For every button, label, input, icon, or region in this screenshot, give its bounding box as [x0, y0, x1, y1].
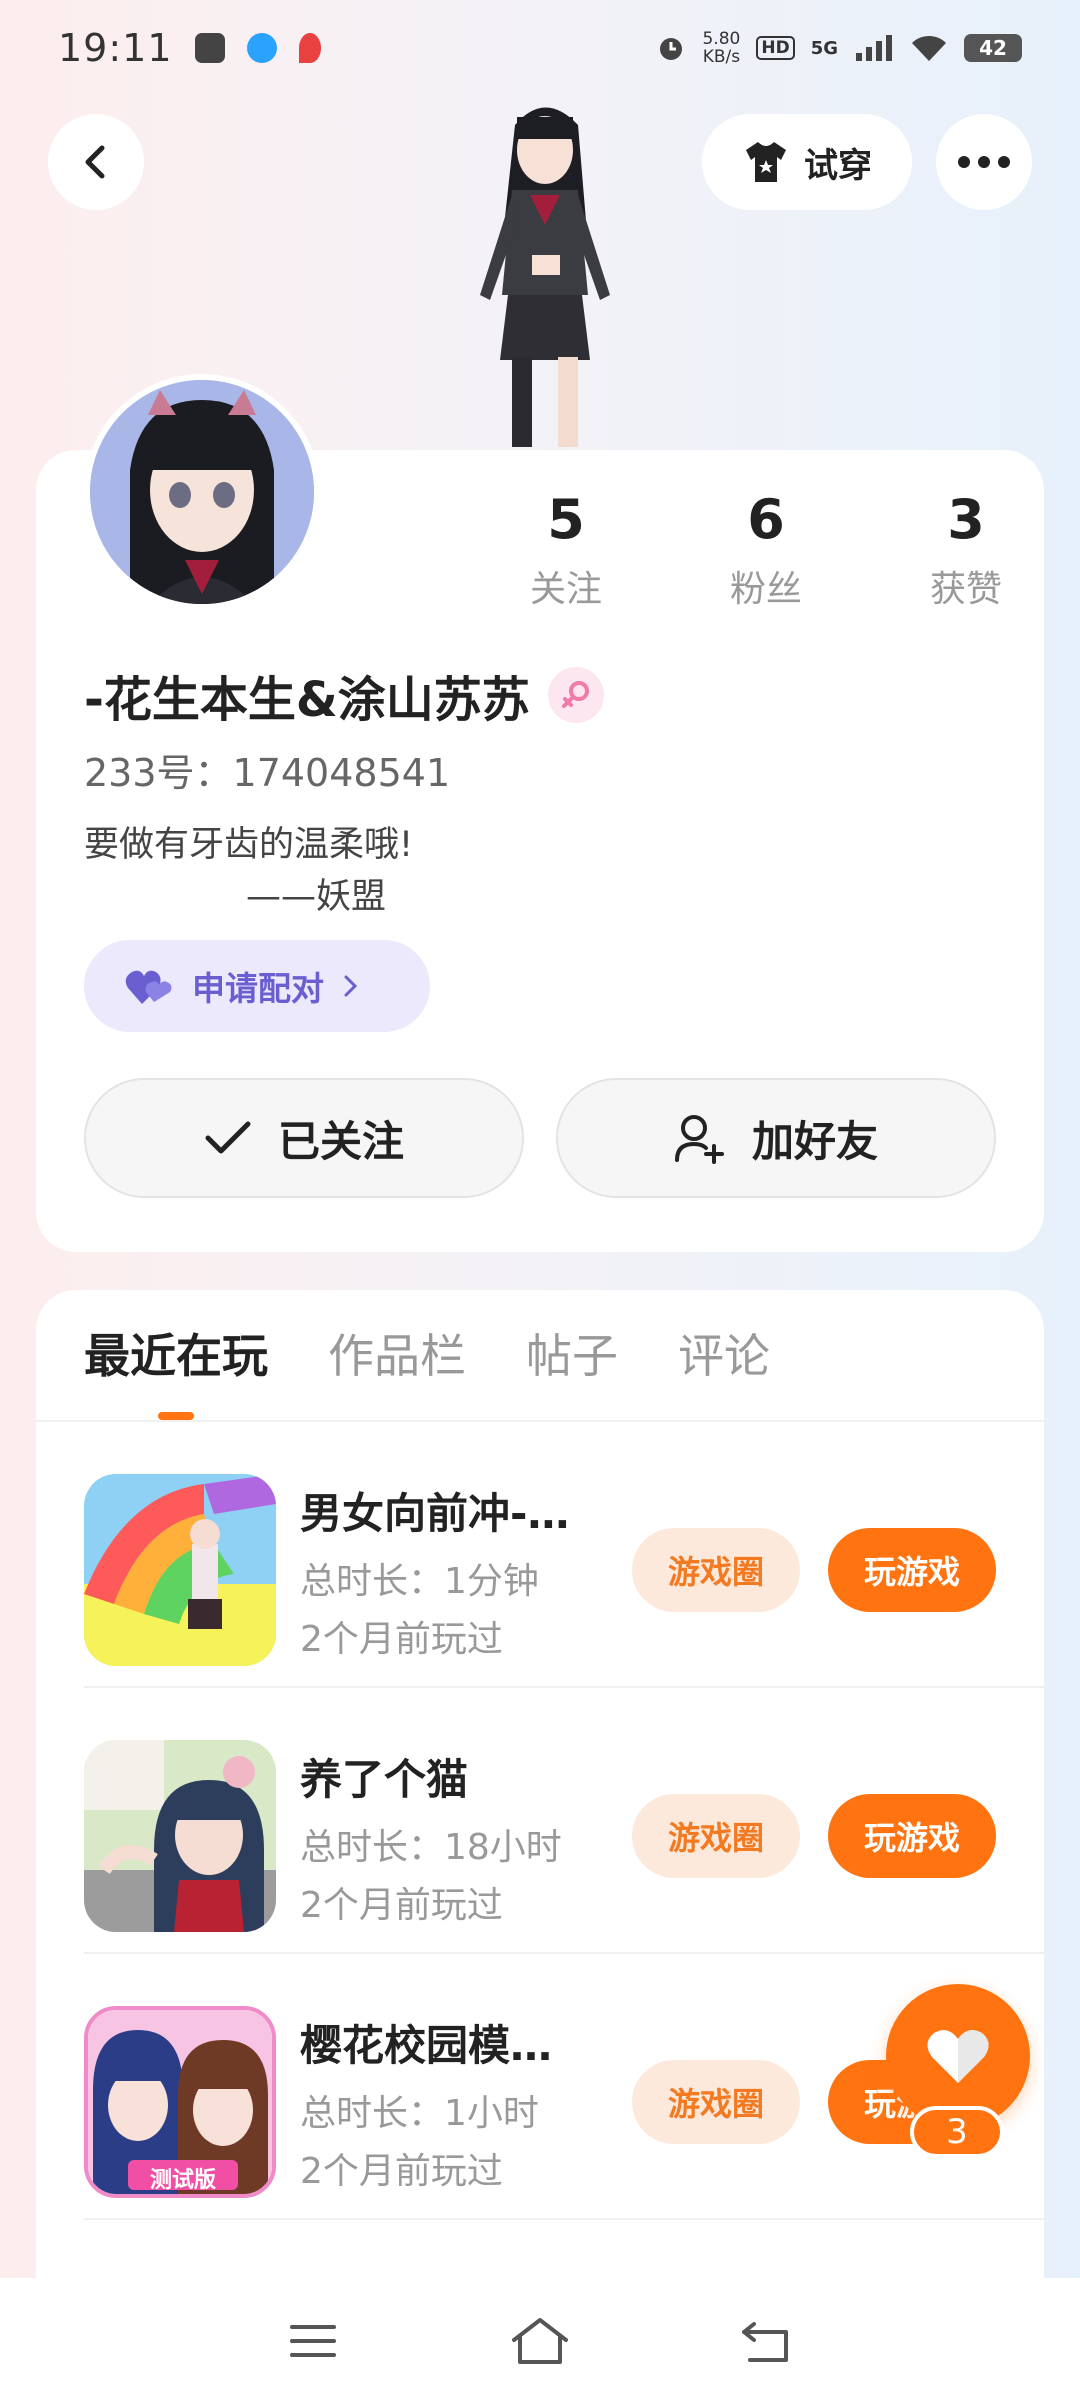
row-divider	[84, 2218, 1044, 2220]
network-speed: 5.80 KB/s	[702, 30, 740, 66]
add-user-icon	[674, 1115, 724, 1164]
speed-unit: KB/s	[702, 47, 741, 67]
game-icon[interactable]	[84, 1740, 276, 1932]
try-on-button[interactable]: 试穿	[702, 114, 912, 210]
heart-icon	[927, 2030, 989, 2083]
recent-apps-button[interactable]	[273, 2301, 353, 2381]
game-last-played: 2个月前玩过	[300, 1619, 503, 1660]
game-icon[interactable]: 测试版	[84, 2006, 276, 2198]
game-icon-badge: 测试版	[149, 2168, 216, 2193]
tab-recently-played[interactable]: 最近在玩	[84, 1320, 268, 1420]
signal-icon	[856, 35, 892, 61]
tab-posts[interactable]: 帖子	[526, 1320, 618, 1386]
user-id: 233号：174048541	[84, 751, 451, 795]
tab-works[interactable]: 作品栏	[328, 1320, 466, 1386]
stat-likes[interactable]: 3 获赞	[866, 480, 1066, 612]
stat-label: 获赞	[929, 569, 1002, 610]
profile-stats: 5 关注 6 粉丝 3 获赞	[466, 480, 1066, 612]
stat-followers[interactable]: 6 粉丝	[666, 480, 866, 612]
tab-active-indicator	[158, 1412, 194, 1420]
back-nav-button[interactable]	[727, 2301, 807, 2381]
tab-label: 作品栏	[328, 1329, 466, 1383]
more-dots-icon	[958, 156, 1010, 168]
speed-value: 5.80	[702, 29, 741, 49]
stat-value: 6	[747, 488, 785, 551]
stat-following[interactable]: 5 关注	[466, 480, 666, 612]
stat-label: 关注	[529, 569, 602, 610]
home-icon	[511, 2318, 568, 2364]
alarm-icon	[660, 38, 683, 60]
tab-comments[interactable]: 评论	[678, 1320, 770, 1386]
stat-value: 3	[947, 488, 985, 551]
more-options-button[interactable]	[936, 114, 1032, 210]
game-duration: 总时长：18小时	[300, 1827, 562, 1868]
game-circle-button[interactable]: 游戏圈	[632, 1528, 800, 1612]
avatar[interactable]	[84, 374, 320, 610]
followed-label: 已关注	[277, 1116, 404, 1166]
game-last-played: 2个月前玩过	[300, 1885, 503, 1926]
game-name: 养了个猫	[300, 1755, 469, 1804]
chevron-right-icon	[344, 975, 358, 997]
network-type: 5G	[810, 37, 838, 59]
bio-signature: ——妖盟	[246, 877, 387, 917]
game-circle-button[interactable]: 游戏圈	[632, 2060, 800, 2144]
play-game-button[interactable]: 玩游戏	[828, 1794, 996, 1878]
status-bar: 19:11 5.80 KB/s HD 5G 42	[0, 0, 1080, 96]
back-arrow-icon	[741, 2322, 788, 2362]
browser-notification-icon	[246, 33, 277, 63]
avatar-3d-figure	[480, 107, 610, 447]
stat-value: 5	[547, 488, 585, 551]
bio-text: 要做有牙齿的温柔哦!	[84, 825, 414, 865]
system-nav-bar	[0, 2278, 1080, 2404]
game-duration: 总时长：1分钟	[300, 1561, 539, 1602]
menu-icon	[290, 2325, 337, 2357]
tab-label: 评论	[678, 1329, 770, 1383]
hd-badge: HD	[756, 36, 795, 60]
game-circle-button[interactable]: 游戏圈	[632, 1794, 800, 1878]
add-friend-label: 加好友	[751, 1116, 878, 1166]
username-row: -花生本生&涂山苏苏	[84, 660, 604, 730]
tab-label: 帖子	[526, 1329, 618, 1383]
like-count-badge: 3	[910, 2106, 1004, 2158]
chevron-left-icon	[85, 145, 105, 179]
home-button[interactable]	[500, 2301, 580, 2381]
female-gender-icon	[547, 667, 604, 723]
game-name: 樱花校园模…	[300, 2021, 553, 2070]
game-duration: 总时长：1小时	[300, 2093, 539, 2134]
content-card: 最近在玩 作品栏 帖子 评论 男女向前冲-… 总时长：1分钟 2个月前玩过 游戏…	[36, 1290, 1044, 2290]
request-pair-label: 申请配对	[192, 969, 324, 1008]
heart-pair-icon	[125, 970, 172, 1004]
shirt-icon	[746, 142, 786, 182]
followed-button[interactable]: 已关注	[84, 1078, 524, 1198]
app-notification-icon	[194, 33, 225, 63]
request-pair-button[interactable]: 申请配对	[84, 940, 430, 1032]
game-icon[interactable]	[84, 1474, 276, 1666]
check-icon	[205, 1121, 251, 1154]
game-last-played: 2个月前玩过	[300, 2151, 503, 2192]
profile-tabs: 最近在玩 作品栏 帖子 评论	[84, 1320, 770, 1420]
add-friend-button[interactable]: 加好友	[556, 1078, 996, 1198]
map-notification-icon	[298, 33, 321, 63]
battery-indicator: 42	[964, 34, 1022, 62]
username: -花生本生&涂山苏苏	[84, 672, 530, 728]
tab-label: 最近在玩	[84, 1329, 268, 1383]
game-list-item[interactable]: 男女向前冲-… 总时长：1分钟 2个月前玩过 游戏圈 玩游戏	[84, 1422, 1044, 1688]
game-name: 男女向前冲-…	[300, 1489, 570, 1538]
wifi-icon	[912, 35, 946, 61]
try-on-label: 试穿	[804, 145, 872, 186]
stat-label: 粉丝	[729, 569, 802, 610]
back-button[interactable]	[48, 114, 144, 210]
status-time: 19:11	[58, 26, 173, 70]
game-list-item[interactable]: 养了个猫 总时长：18小时 2个月前玩过 游戏圈 玩游戏	[84, 1688, 1044, 1954]
play-game-button[interactable]: 玩游戏	[828, 1528, 996, 1612]
